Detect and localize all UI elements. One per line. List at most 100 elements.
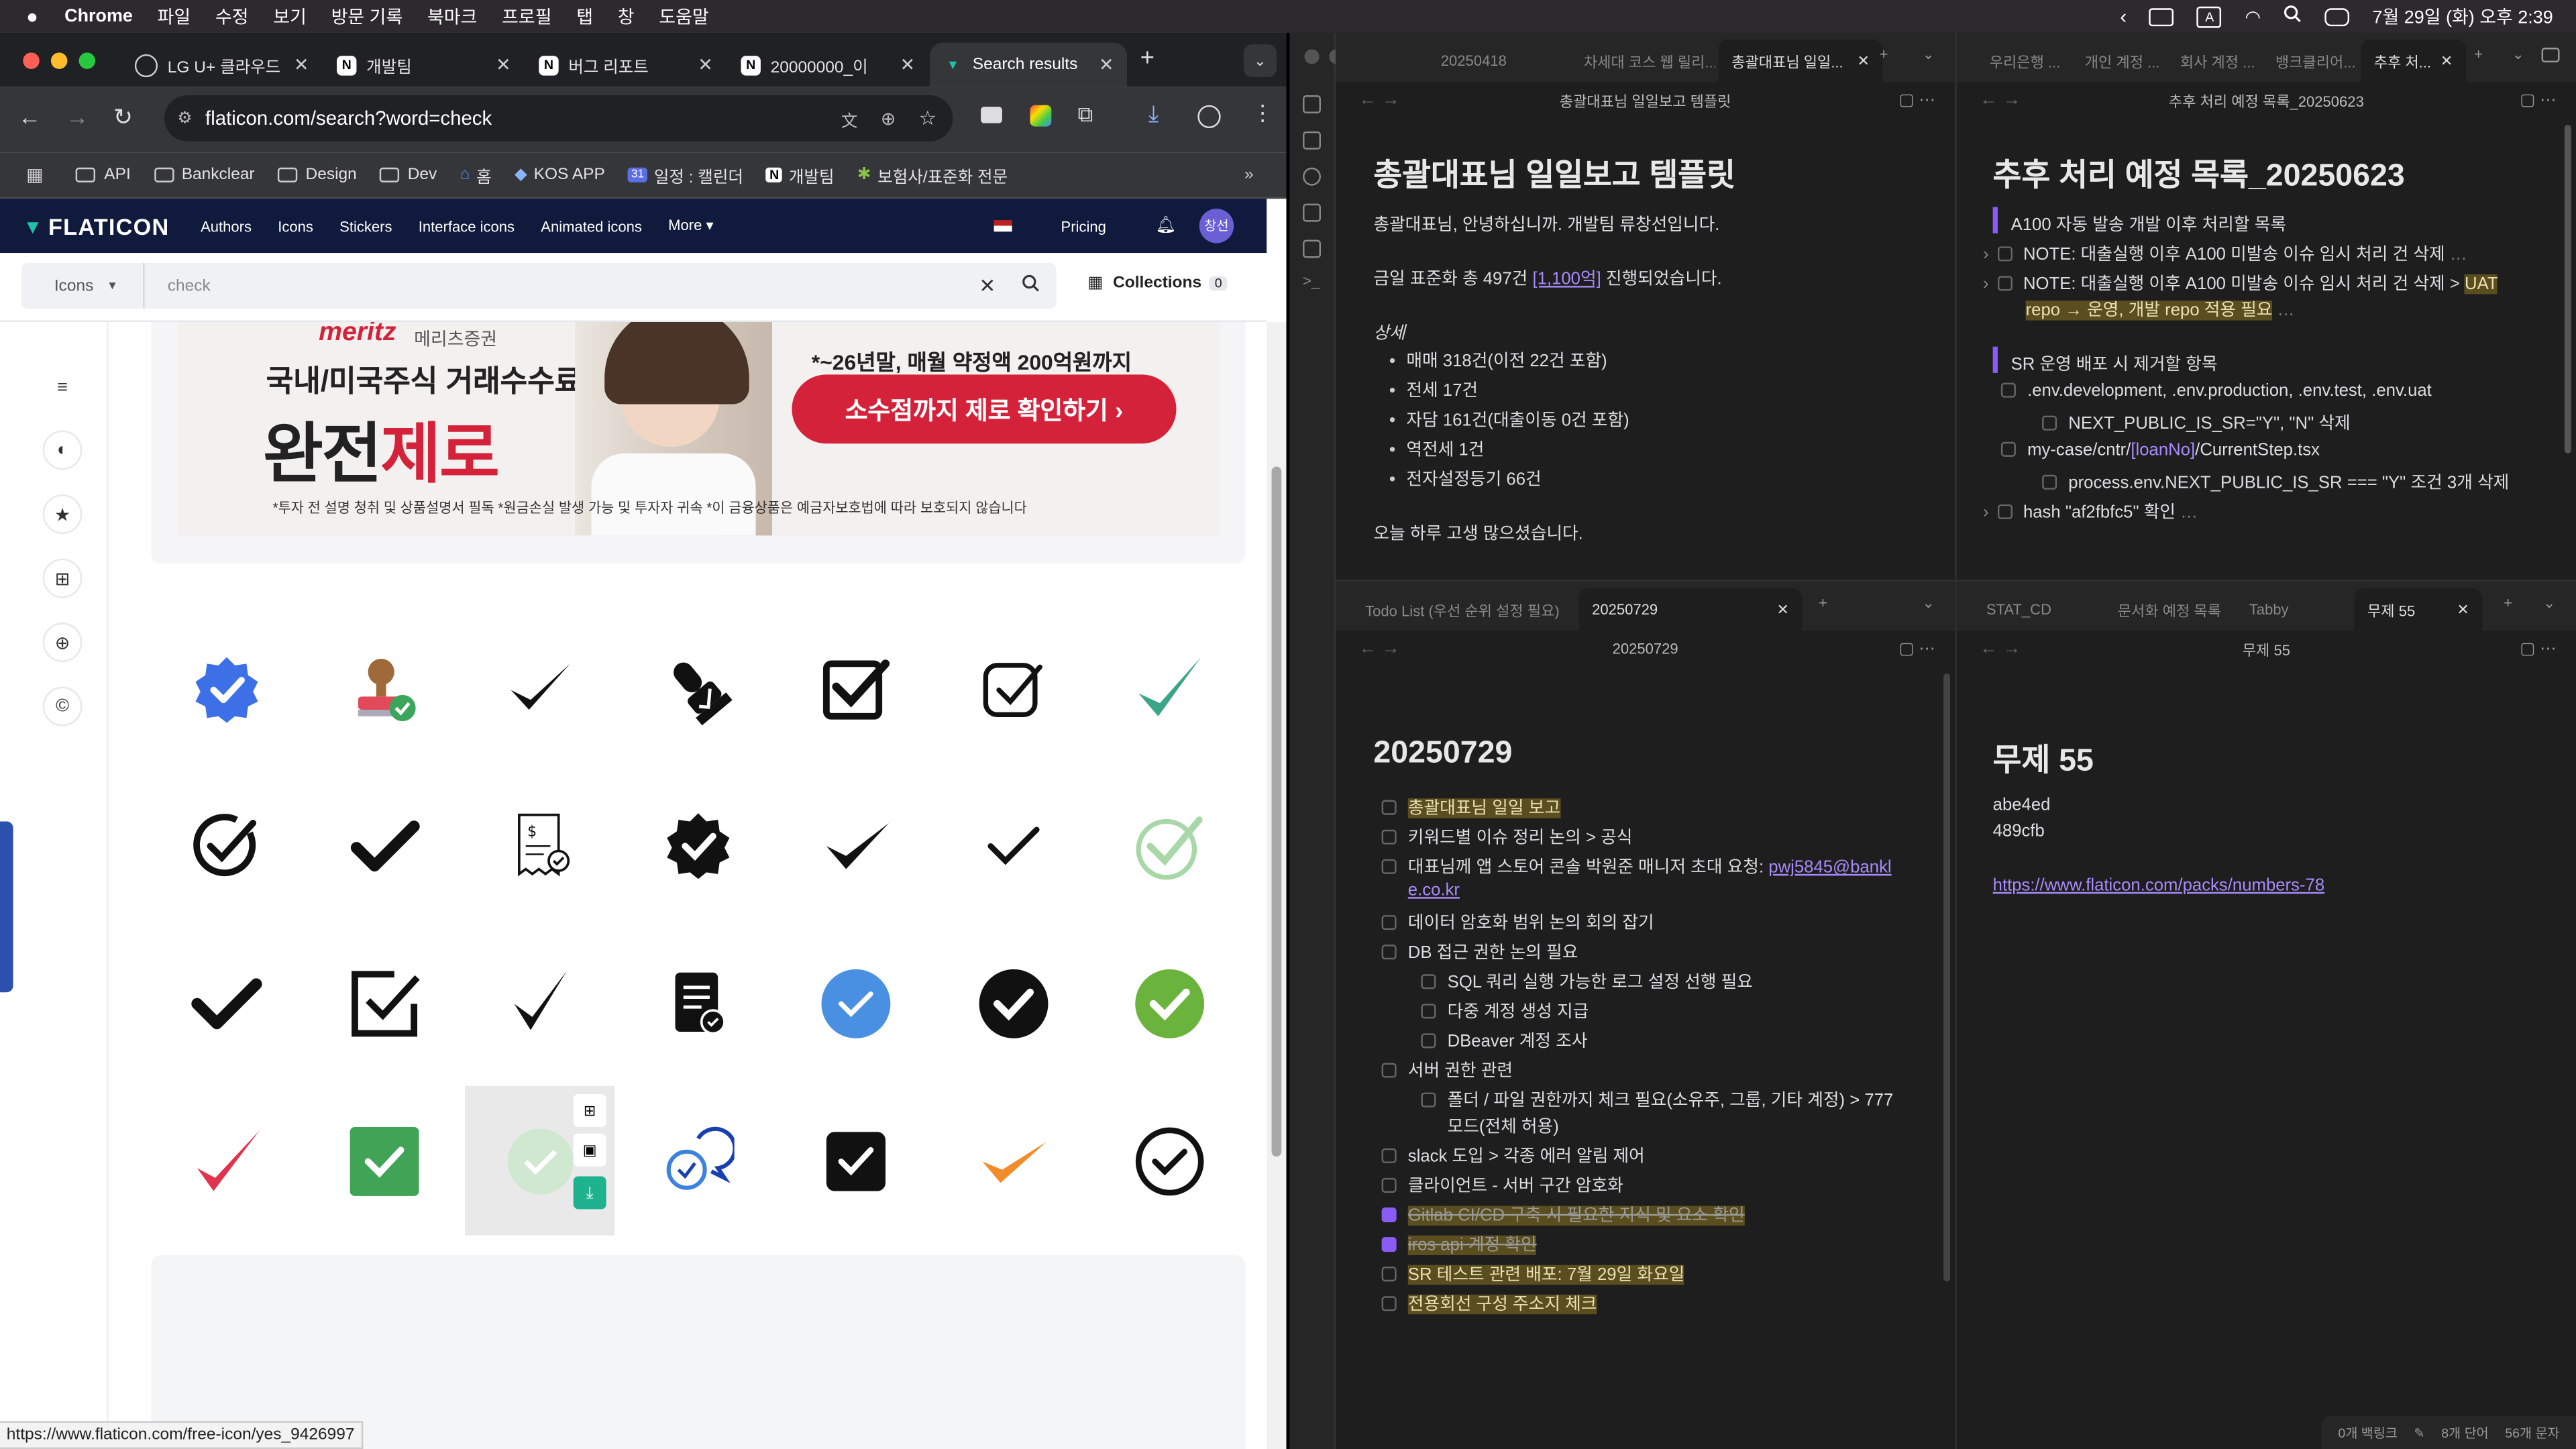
todo-subitem[interactable]: 폴더 / 파일 권한까지 체크 필요(소유주, 그룹, 기타 계정) > 777 (1421, 1087, 1893, 1112)
site-info-icon[interactable]: ⚙ (177, 109, 192, 127)
task-subitem[interactable]: NEXT_PUBLIC_IS_SR="Y", "N" 삭제 (2042, 411, 2351, 435)
control-center-icon[interactable] (2324, 7, 2350, 25)
pane-scrollbar-thumb[interactable] (1943, 674, 1950, 1282)
chat-check-icon[interactable] (623, 1086, 772, 1236)
wifi-icon[interactable]: ◠ (2245, 6, 2261, 28)
zoom-icon[interactable]: ⊕ (881, 107, 896, 129)
color-extension-icon[interactable] (1030, 105, 1052, 127)
menu-profile[interactable]: 프로필 (502, 3, 551, 30)
checkmark-red-icon[interactable] (151, 1086, 301, 1236)
menu-file[interactable]: 파일 (158, 3, 191, 30)
menu-view[interactable]: 보기 (273, 3, 307, 30)
check-circle-blue-icon[interactable] (780, 928, 930, 1078)
back-forward-icon[interactable]: ← → (1358, 91, 1399, 110)
check-circle-outline-black-icon[interactable] (1094, 1086, 1244, 1236)
canvas-icon[interactable] (1303, 203, 1321, 222)
right-sidebar-icon[interactable] (2541, 48, 2560, 63)
verified-badge-blue-icon[interactable] (151, 614, 301, 764)
menu-bookmarks[interactable]: 북마크 (427, 3, 477, 30)
bookmark-design[interactable]: Design (277, 166, 357, 184)
bookmark-api[interactable]: API (76, 166, 131, 184)
task-item[interactable]: › hash "af2fbfc5" 확인 … (1983, 499, 2198, 524)
filter-icon[interactable]: ≡ (43, 368, 83, 408)
menu-app-name[interactable]: Chrome (64, 7, 133, 26)
task-item[interactable]: › NOTE: 대출실행 이후 A100 미발송 이슈 임시 처리 건 삭제 > … (1983, 271, 2498, 296)
task-item[interactable]: my-case/cntr/[loanNo]/CurrentStep.tsx (2000, 440, 2320, 460)
checkbox-green-icon[interactable] (309, 1086, 458, 1236)
todo-item-done[interactable]: Gitlab CI/CD 구축 시 필요한 지식 및 요소 확인 (1381, 1203, 1745, 1228)
tab-todo-list[interactable]: Todo List (우선 순위 설정 필요) (1352, 588, 1576, 631)
copy-icon[interactable] (1303, 239, 1321, 258)
calendar-icon[interactable] (1303, 131, 1321, 150)
nav-icons[interactable]: Icons (278, 217, 313, 233)
todo-item[interactable]: SR 테스트 관련 배포: 7월 29일 화요일 (1381, 1262, 1685, 1287)
menu-tab[interactable]: 탭 (576, 3, 593, 30)
nav-authors[interactable]: Authors (201, 217, 252, 233)
todo-item[interactable]: 대표님께 앱 스토어 콘솔 박원준 매니저 초대 요청: pwj5845@ban… (1381, 854, 1892, 879)
close-icon[interactable]: ✕ (2457, 600, 2469, 619)
nav-interface-icons[interactable]: Interface icons (419, 217, 515, 233)
note-actions-icon[interactable]: ▢ ⋯ (2520, 640, 2556, 658)
todo-subitem[interactable]: 다중 계정 생성 지급 (1421, 999, 1589, 1024)
note-actions-icon[interactable]: ▢ ⋯ (2520, 91, 2556, 109)
todo-item-done[interactable]: iros api 계정 확인 (1381, 1232, 1537, 1257)
bookmark-kos-app[interactable]: ◆ KOS APP (515, 166, 605, 184)
checkmark-tall-icon[interactable] (465, 928, 614, 1078)
close-window-button[interactable] (1304, 49, 1320, 64)
checkmark-icon[interactable] (465, 614, 614, 764)
tab-tabby[interactable]: Tabby (2236, 588, 2351, 631)
minimize-window-button[interactable] (50, 52, 68, 69)
note-link[interactable]: https://www.flaticon.com/packs/numbers-7… (1993, 875, 2325, 895)
checkmark-thick-icon[interactable] (780, 771, 930, 920)
clock[interactable]: 7월 29일 (화) 오후 2:39 (2373, 3, 2553, 30)
tab-untitled-55[interactable]: 무제 55 ✕ (2354, 588, 2483, 631)
tab-dev-team[interactable]: N 개발팀 ✕ (323, 43, 524, 87)
tab-woori-bank[interactable]: 우리은행 ... (1976, 40, 2068, 83)
todo-item[interactable]: 키워드별 이슈 정리 논의 > 공식 (1381, 824, 1632, 849)
tab-company-account[interactable]: 회사 계정 ... (2167, 40, 2259, 83)
close-icon[interactable]: ✕ (2440, 52, 2453, 70)
note-actions-icon[interactable]: ▢ ⋯ (1898, 91, 1935, 109)
tab-20250418[interactable]: 20250418 (1428, 40, 1567, 83)
tab-20250729[interactable]: 20250729 ✕ (1578, 588, 1803, 631)
checkbox-square-icon[interactable] (309, 928, 458, 1078)
document-check-icon[interactable] (623, 928, 772, 1078)
tab-search-button[interactable]: ⌄ (1243, 44, 1277, 78)
backlinks-count[interactable]: 0개 백링크 (2338, 1424, 2397, 1442)
tab-personal-account[interactable]: 개인 계정 ... (2072, 40, 2163, 83)
terminal-icon[interactable]: >_ (1303, 273, 1320, 289)
new-tab-button[interactable]: + (1140, 44, 1155, 72)
close-icon[interactable]: ✕ (496, 54, 511, 75)
checked-checkbox-icon[interactable] (1381, 1237, 1397, 1252)
check-circle-light-green-icon[interactable] (1094, 771, 1244, 920)
license-icon[interactable]: © (42, 686, 83, 727)
apps-grid-icon[interactable]: ▦ (26, 164, 43, 185)
new-tab-button[interactable]: + (2474, 46, 2483, 62)
checkmark-green-icon[interactable] (1094, 614, 1244, 764)
checkmark-heavy-icon[interactable] (151, 928, 301, 1078)
tab-list-icon[interactable]: ⌄ (2543, 595, 2555, 613)
search-input[interactable]: check (168, 277, 211, 295)
tab-bankclear[interactable]: 뱅크클리어... (2262, 40, 2357, 83)
back-forward-icon[interactable]: ← → (1980, 639, 2021, 659)
close-window-button[interactable] (23, 52, 40, 69)
close-icon[interactable]: ✕ (698, 54, 713, 75)
todo-item[interactable]: 클라이언트 - 서버 구간 암호화 (1381, 1173, 1623, 1198)
note-actions-icon[interactable]: ▢ ⋯ (1898, 640, 1935, 658)
bookmark-insurance[interactable]: ✱ 보험사/표준화 전문 (857, 162, 1008, 187)
close-icon[interactable]: ✕ (1857, 52, 1869, 70)
shape-icon[interactable]: ⊞ (42, 558, 83, 598)
hovered-result-card[interactable]: ⊞ ▣ ⤓ (465, 1085, 614, 1236)
tab-doc-planned[interactable]: 문서화 예정 목록 (2104, 588, 2233, 631)
download-button[interactable]: ⤓ (573, 1176, 606, 1210)
back-button[interactable]: ← (18, 103, 41, 129)
new-tab-button[interactable]: + (2504, 595, 2512, 611)
tab-pending[interactable]: 추후 처... ✕ (2361, 39, 2466, 83)
menu-history[interactable]: 방문 기록 (331, 3, 403, 30)
page-scrollbar[interactable] (1267, 322, 1287, 1449)
close-icon[interactable]: ✕ (1099, 54, 1114, 75)
target-icon[interactable]: ⊕ (42, 623, 83, 662)
keyboard-icon[interactable] (2149, 7, 2175, 25)
bookmark-calendar[interactable]: 31 일정 : 캘린더 (628, 162, 743, 187)
reload-button[interactable]: ↻ (113, 103, 133, 131)
